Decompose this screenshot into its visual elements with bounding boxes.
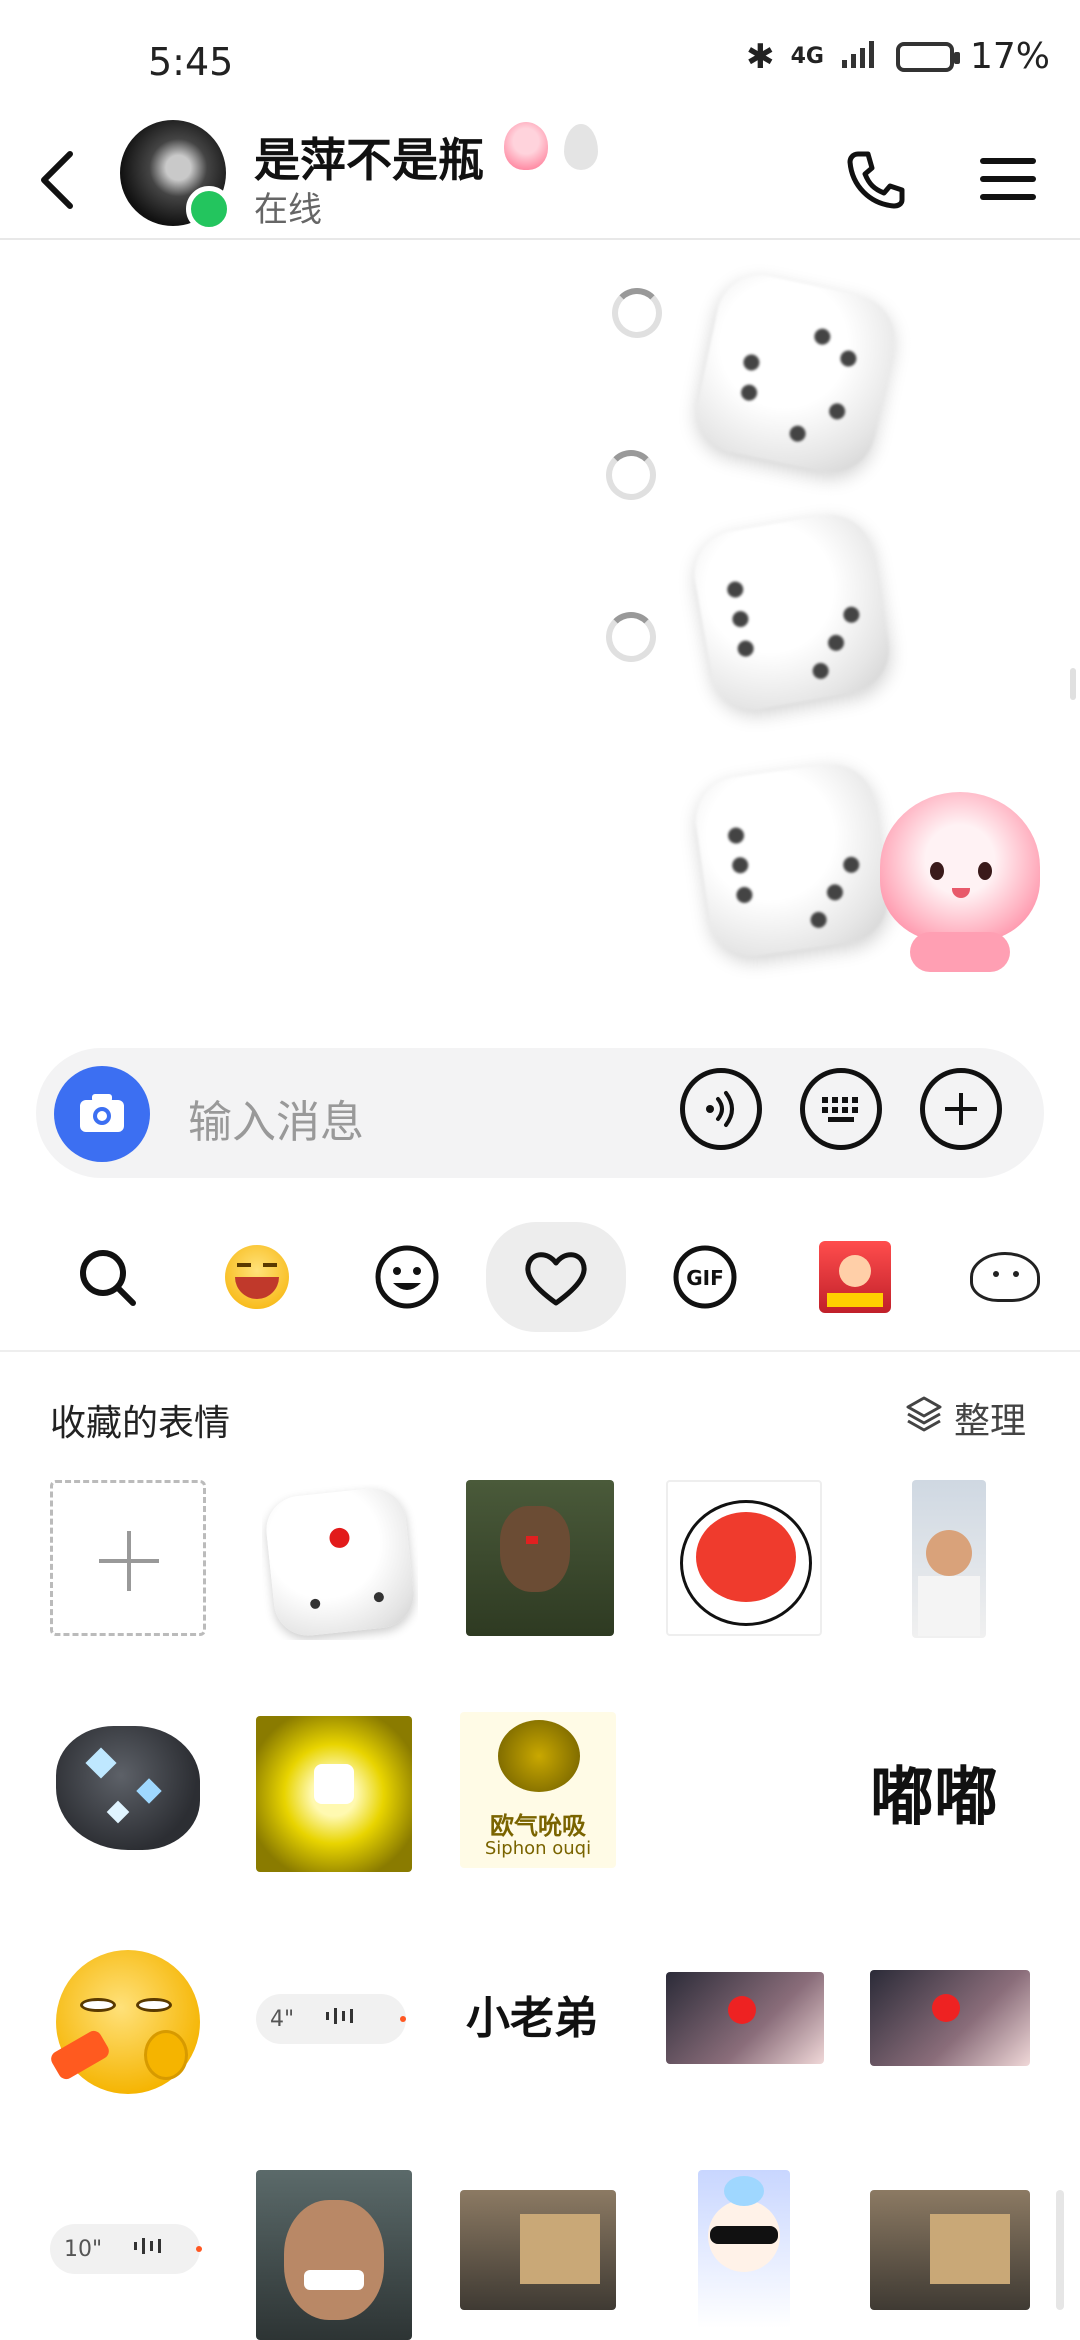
- organize-button[interactable]: 整理: [904, 1392, 1026, 1444]
- status-bar: 5:45 ✱ 4G 17%: [0, 0, 1080, 120]
- plus-icon-bar: [127, 1531, 131, 1591]
- sending-spinner: [606, 612, 656, 662]
- menu-icon[interactable]: [974, 144, 1044, 214]
- text-sticker-xiaolaodi[interactable]: 小老弟: [466, 1982, 598, 2046]
- scroll-indicator: [1070, 668, 1076, 700]
- funny-face-sticker[interactable]: [256, 2170, 412, 2340]
- chat-header: 是萍不是瓶 在线: [0, 120, 1080, 240]
- camera-icon[interactable]: [54, 1066, 150, 1162]
- dice-sticker-message[interactable]: [689, 267, 903, 481]
- phone-icon[interactable]: [840, 144, 910, 214]
- contact-name: 是萍不是瓶: [254, 133, 484, 187]
- message-input-bar: 输入消息: [36, 1048, 1044, 1178]
- meme-text-en: Siphon ouqi: [484, 1838, 592, 1859]
- box-photo-sticker-2[interactable]: [870, 2190, 1030, 2310]
- peeking-emoji-sticker[interactable]: [50, 1944, 206, 2100]
- peach-mascot-sticker: [880, 792, 1040, 982]
- layers-icon: [904, 1394, 944, 1443]
- battery-icon: [895, 41, 960, 72]
- scrollbar[interactable]: [1056, 2190, 1064, 2310]
- emoji-tab-bar: GIF: [0, 1200, 1080, 1352]
- favorites-title: 收藏的表情: [50, 1403, 231, 1444]
- online-indicator: [186, 186, 232, 232]
- sticker-pack-icon[interactable]: [800, 1222, 910, 1332]
- dice-sticker[interactable]: [262, 1484, 418, 1640]
- unread-dot: [196, 2246, 202, 2252]
- sunglasses-character-sticker[interactable]: [698, 2170, 790, 2328]
- waveform-icon: [132, 2236, 168, 2262]
- heart-icon[interactable]: [486, 1222, 626, 1332]
- unread-dot: [400, 2016, 406, 2022]
- dice-sticker-message[interactable]: [687, 507, 897, 717]
- laughing-emoji-tab-icon[interactable]: [202, 1222, 312, 1332]
- anime-sticker-hand-2[interactable]: [870, 1970, 1030, 2066]
- keyboard-icon[interactable]: [800, 1068, 882, 1150]
- bluetooth-icon: ✱: [746, 36, 775, 77]
- text-sticker-dudu[interactable]: 嘟嘟: [870, 1746, 998, 1838]
- golden-burst-sticker[interactable]: [256, 1716, 412, 1872]
- meme-sticker-red-head[interactable]: [666, 1480, 822, 1636]
- voice-duration: 4": [270, 2006, 295, 2032]
- waveform-icon: [324, 2006, 360, 2032]
- box-photo-sticker[interactable]: [460, 2190, 616, 2310]
- message-input[interactable]: 输入消息: [188, 1086, 364, 1150]
- status-time: 5:45: [148, 40, 234, 84]
- add-favorite-button[interactable]: [50, 1480, 206, 1636]
- svg-text:GIF: GIF: [686, 1266, 724, 1290]
- anime-sticker-hand[interactable]: [666, 1972, 824, 2064]
- mochi-sticker-pack-icon[interactable]: [950, 1222, 1060, 1332]
- photo-sticker-child[interactable]: [912, 1480, 986, 1638]
- bear-meme-sticker[interactable]: 欧气吮吸 Siphon ouqi: [460, 1712, 616, 1868]
- voice-duration: 10": [64, 2236, 103, 2262]
- flame-icon: [564, 124, 598, 170]
- battery-level: 17%: [969, 36, 1050, 77]
- network-label: 4G: [790, 44, 824, 69]
- voice-icon[interactable]: [680, 1068, 762, 1150]
- signal-icon: [840, 36, 880, 77]
- meme-sticker-old-man[interactable]: [466, 1480, 614, 1636]
- sending-spinner: [606, 450, 656, 500]
- voice-clip-sticker[interactable]: 4": [256, 1994, 406, 2044]
- presence-status: 在线: [254, 190, 322, 230]
- message-list[interactable]: [0, 240, 1080, 1040]
- search-icon[interactable]: [52, 1222, 162, 1332]
- back-arrow-icon[interactable]: [30, 140, 90, 220]
- peach-badge-icon: [504, 122, 548, 170]
- voice-clip-sticker[interactable]: 10": [50, 2224, 200, 2274]
- sending-spinner: [612, 288, 662, 338]
- gem-rock-sticker[interactable]: [50, 1712, 206, 1868]
- gif-icon[interactable]: GIF: [650, 1222, 760, 1332]
- meme-text-cn: 欧气吮吸: [490, 1812, 586, 1840]
- status-icons: ✱ 4G 17%: [746, 36, 1050, 77]
- dice-sticker-message[interactable]: [690, 758, 894, 962]
- organize-label: 整理: [953, 1401, 1026, 1442]
- smiley-icon[interactable]: [352, 1222, 462, 1332]
- plus-icon[interactable]: [920, 1068, 1002, 1150]
